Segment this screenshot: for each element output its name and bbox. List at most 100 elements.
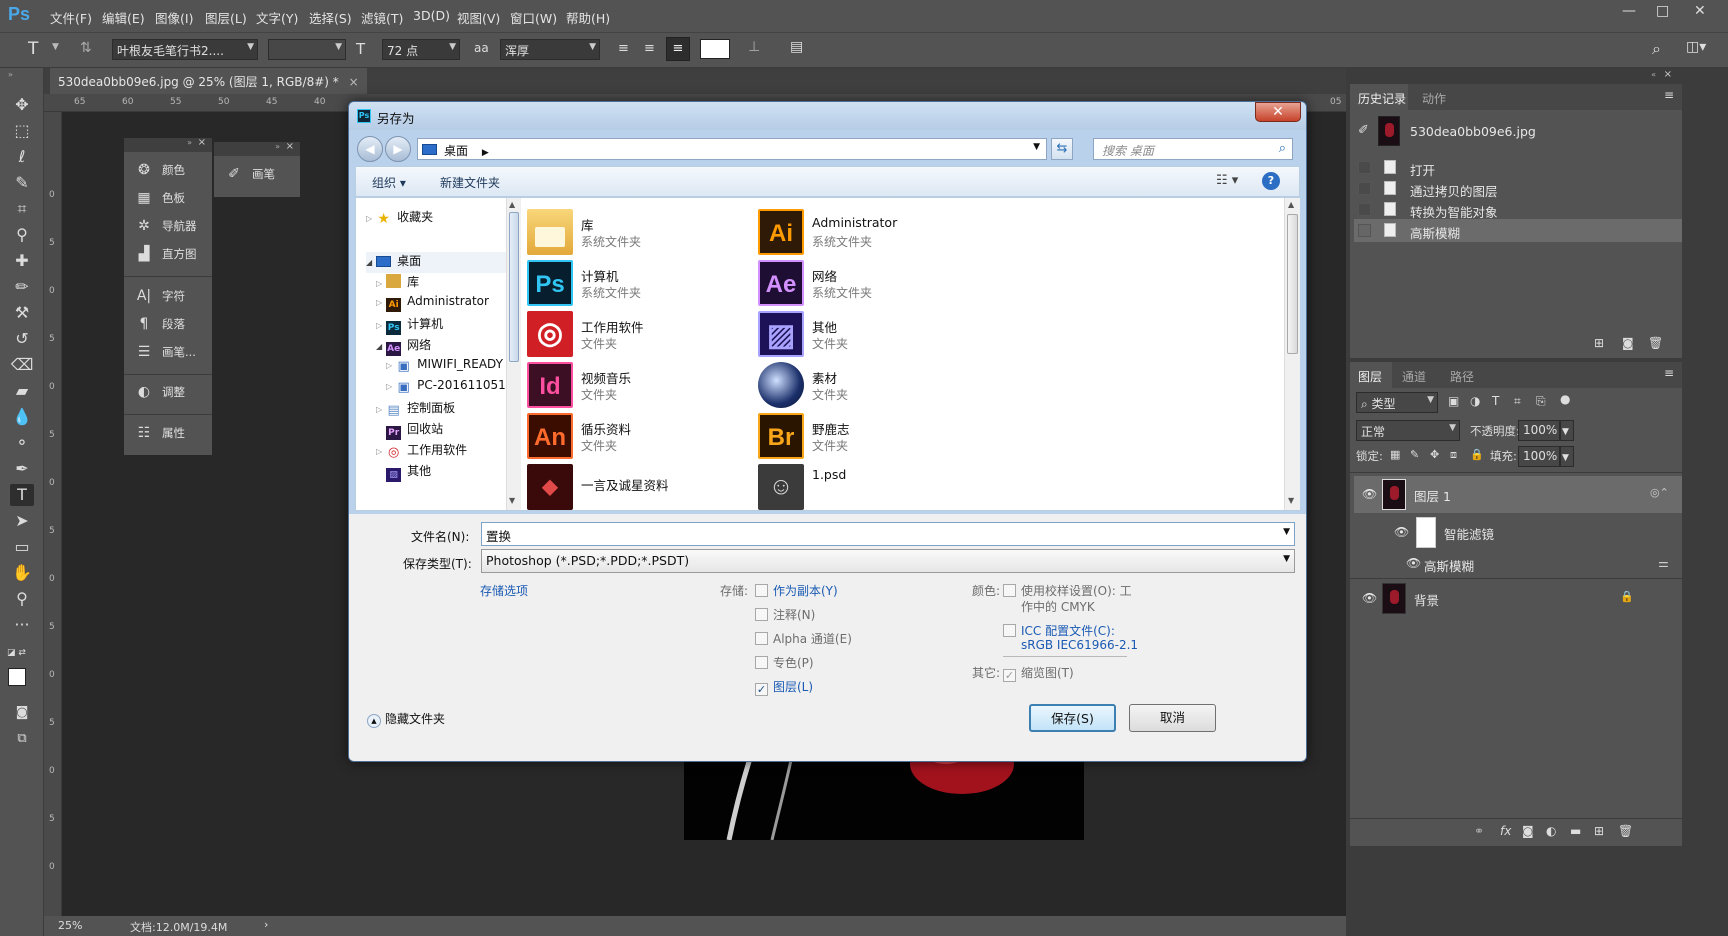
- expand-panels-icon[interactable]: »: [275, 142, 280, 151]
- collapse-tools-icon[interactable]: »: [8, 70, 13, 79]
- view-options-icon[interactable]: ☷ ▾: [1216, 173, 1238, 188]
- nav-item-desktop[interactable]: ◢ 桌面: [366, 252, 506, 273]
- panel-menu-icon[interactable]: ≡: [1664, 88, 1674, 102]
- file-item[interactable]: ◎ 工作用软件 文件夹: [527, 308, 757, 360]
- file-item[interactable]: Id 视频音乐 文件夹: [527, 359, 757, 411]
- layer-row[interactable]: 👁 背景 🔒: [1354, 580, 1682, 617]
- nav-item-administrator[interactable]: ▷ Ai Administrator: [376, 294, 489, 315]
- align-right-icon[interactable]: ≡: [666, 37, 690, 61]
- healing-brush-tool-icon[interactable]: ✚: [10, 250, 34, 272]
- save-options-link[interactable]: 存储选项: [480, 582, 528, 599]
- default-colors-icon[interactable]: ◪ ⇄: [7, 648, 26, 658]
- close-app-button[interactable]: ✕: [1694, 3, 1706, 19]
- visibility-eye-icon[interactable]: 👁: [1406, 556, 1421, 570]
- organize-button[interactable]: 组织 ▾: [372, 174, 406, 191]
- blur-tool-icon[interactable]: 💧: [10, 406, 34, 428]
- file-item[interactable]: Ae 网络 系统文件夹: [758, 257, 988, 309]
- panel-paragraph[interactable]: ¶ 段落: [134, 316, 229, 340]
- filter-smart-object-icon[interactable]: ⎘: [1536, 394, 1546, 409]
- proof-setup-checkbox[interactable]: 使用校样设置(O): 工: [1003, 582, 1132, 599]
- search-input[interactable]: 搜索 桌面 ⌕: [1093, 138, 1293, 160]
- close-tab-icon[interactable]: ×: [349, 75, 359, 89]
- menu-help[interactable]: 帮助(H): [566, 8, 610, 27]
- nav-item-other[interactable]: ▷ ▨ 其他: [376, 462, 431, 483]
- layer-style-icon[interactable]: fx: [1500, 824, 1511, 838]
- menu-edit[interactable]: 编辑(E): [102, 8, 145, 27]
- notes-checkbox[interactable]: 注释(N): [755, 606, 815, 623]
- visibility-eye-icon[interactable]: 👁: [1362, 487, 1377, 501]
- delete-layer-icon[interactable]: 🗑: [1618, 824, 1633, 838]
- tab-paths[interactable]: 路径: [1450, 368, 1474, 385]
- history-state-selected[interactable]: 高斯模糊: [1354, 219, 1682, 242]
- quick-select-tool-icon[interactable]: ✎: [10, 172, 34, 194]
- filter-adjustment-icon[interactable]: ◑: [1470, 394, 1480, 408]
- forward-arrow-icon[interactable]: ▶: [385, 136, 411, 162]
- tab-channels[interactable]: 通道: [1402, 368, 1426, 385]
- filter-type-icon[interactable]: T: [1492, 394, 1499, 408]
- shape-tool-icon[interactable]: ▭: [10, 536, 34, 558]
- status-menu-arrow[interactable]: ›: [264, 918, 268, 931]
- panel-adjustments[interactable]: ◐ 调整: [134, 384, 229, 408]
- file-item[interactable]: ▨ 其他 文件夹: [758, 308, 988, 360]
- history-brush-tool-icon[interactable]: ↺: [10, 328, 34, 350]
- file-item[interactable]: Ps 计算机 系统文件夹: [527, 257, 757, 309]
- document-tab[interactable]: 530dea0bb09e6.jpg @ 25% (图层 1, RGB/8#) *…: [50, 68, 367, 94]
- file-item[interactable]: Br 野鹿志 文件夹: [758, 410, 988, 462]
- refresh-icon[interactable]: ⇆: [1051, 138, 1073, 160]
- filename-input[interactable]: 置换 ▼: [481, 522, 1295, 546]
- nav-item-network[interactable]: ◢ Ae 网络: [376, 336, 431, 357]
- menu-type[interactable]: 文字(Y): [256, 8, 298, 27]
- lasso-tool-icon[interactable]: ℓ: [10, 146, 34, 168]
- spot-colors-checkbox[interactable]: 专色(P): [755, 654, 814, 671]
- layers-checkbox[interactable]: ✓ 图层(L): [755, 678, 813, 696]
- filter-shape-icon[interactable]: ⌗: [1514, 394, 1521, 409]
- collapse-panels-icon[interactable]: «: [1651, 70, 1656, 79]
- dialog-titlebar[interactable]: Ps 另存为 ✕: [349, 102, 1306, 130]
- workspace-icon[interactable]: ◫▾: [1686, 39, 1706, 55]
- help-icon[interactable]: ?: [1262, 172, 1280, 190]
- marquee-tool-icon[interactable]: ⬚: [10, 120, 34, 142]
- warp-text-icon[interactable]: ⊥: [748, 39, 760, 55]
- new-group-icon[interactable]: ▬: [1570, 824, 1581, 838]
- smart-filters-row[interactable]: 👁 智能滤镜: [1386, 514, 1682, 551]
- zoom-tool-icon[interactable]: ⚲: [10, 588, 34, 610]
- file-item[interactable]: 素材 文件夹: [758, 359, 988, 411]
- hide-folders-button[interactable]: ▲ 隐藏文件夹: [367, 710, 445, 728]
- menu-image[interactable]: 图像(I): [155, 8, 193, 27]
- save-button[interactable]: 保存(S): [1029, 704, 1116, 732]
- nav-item-library[interactable]: ▷ 库: [376, 273, 419, 294]
- history-snapshot[interactable]: ✐ 530dea0bb09e6.jpg: [1354, 114, 1678, 150]
- panel-menu-icon[interactable]: ≡: [1664, 366, 1674, 380]
- as-copy-checkbox[interactable]: 作为副本(Y): [755, 582, 838, 599]
- eyedropper-tool-icon[interactable]: ⚲: [10, 224, 34, 246]
- filter-pixel-icon[interactable]: ▣: [1448, 394, 1459, 408]
- nav-item-miwifi[interactable]: ▷ ▣ MIWIFI_READY: [386, 357, 503, 378]
- orientation-toggle-icon[interactable]: ⇅: [80, 40, 92, 56]
- thumbnail-checkbox[interactable]: ✓ 缩览图(T): [1003, 664, 1074, 682]
- path-selection-tool-icon[interactable]: ➤: [10, 510, 34, 532]
- quick-mask-icon[interactable]: ◙: [10, 702, 34, 724]
- history-brush-source-icon[interactable]: ✐: [1358, 123, 1369, 138]
- new-folder-button[interactable]: 新建文件夹: [440, 174, 500, 191]
- panel-properties[interactable]: ☷ 属性: [134, 425, 229, 449]
- minimize-button[interactable]: —: [1622, 3, 1636, 19]
- close-panel-icon[interactable]: ×: [1664, 69, 1672, 80]
- menu-select[interactable]: 选择(S): [309, 8, 352, 27]
- screen-mode-icon[interactable]: ⧉: [10, 728, 34, 750]
- eraser-tool-icon[interactable]: ⌫: [10, 354, 34, 376]
- opacity-dropdown[interactable]: ▼: [1560, 420, 1574, 441]
- gradient-tool-icon[interactable]: ▰: [10, 380, 34, 402]
- type-tool-preset[interactable]: T: [28, 39, 38, 59]
- nav-item-control-panel[interactable]: ▷ ▤ 控制面板: [376, 399, 455, 420]
- move-tool-icon[interactable]: ✥: [10, 94, 34, 116]
- breadcrumb-arrow-icon[interactable]: ▶: [482, 148, 489, 158]
- address-field[interactable]: 桌面 ▶ ▼: [417, 138, 1047, 160]
- cancel-button[interactable]: 取消: [1129, 704, 1216, 732]
- back-arrow-icon[interactable]: ◀: [357, 136, 383, 162]
- text-color-swatch[interactable]: [700, 39, 730, 59]
- new-document-from-state-icon[interactable]: ⊞: [1594, 336, 1604, 350]
- filetype-select[interactable]: Photoshop (*.PSD;*.PDD;*.PSDT) ▼: [481, 549, 1295, 573]
- filter-blending-options-icon[interactable]: ⚌: [1658, 556, 1669, 570]
- lock-transparent-icon[interactable]: ▦: [1390, 448, 1400, 461]
- history-state[interactable]: 转换为智能对象: [1354, 198, 1682, 221]
